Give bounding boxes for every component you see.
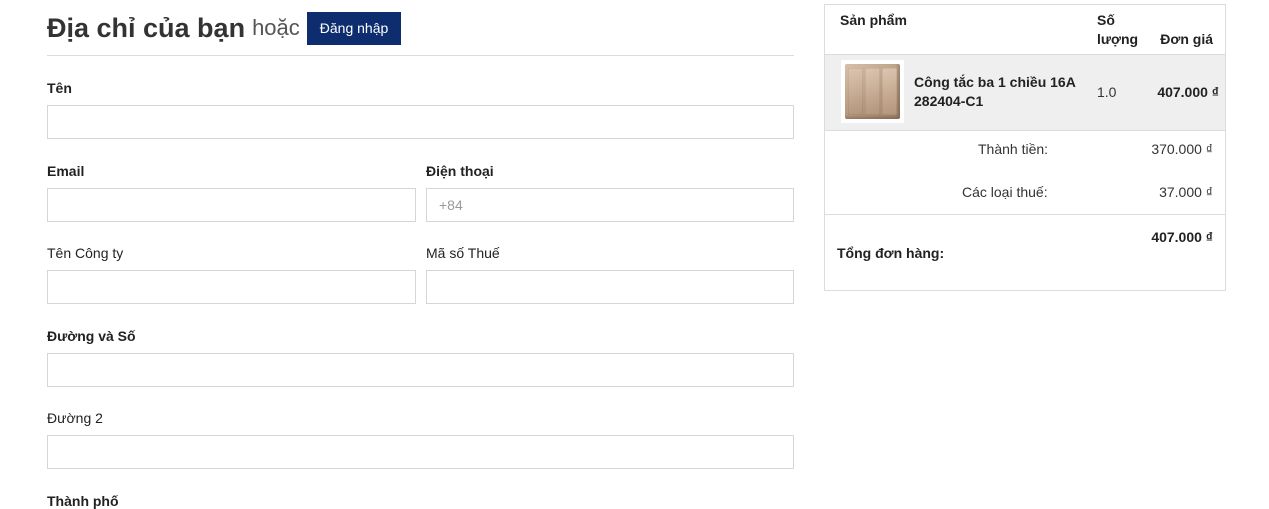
product-image[interactable]: [841, 60, 904, 123]
login-button[interactable]: Đăng nhập: [306, 11, 402, 45]
phone-label: Điện thoại: [426, 163, 494, 179]
subtotal-label: Thành tiền:: [978, 141, 1049, 157]
street-field[interactable]: [47, 353, 794, 387]
street2-field[interactable]: [47, 435, 794, 469]
or-text: hoặc: [252, 15, 300, 40]
total-value: 407.000 ₫: [1151, 229, 1213, 245]
switch-key-1: [848, 68, 863, 115]
total-divider: [825, 214, 1225, 215]
col-header-qty-line2: lượng: [1097, 31, 1139, 47]
product-quantity: 1.0: [1097, 84, 1117, 100]
col-header-unit-price: Đơn giá: [1160, 31, 1213, 47]
switch-key-2: [865, 68, 880, 115]
cart-summary: Sản phẩm Số lượng Đơn giá Công tắc ba 1 …: [824, 4, 1226, 291]
switch-key-3: [882, 68, 897, 115]
phone-field[interactable]: [426, 188, 794, 222]
tax-value: 37.000 ₫: [1159, 184, 1213, 200]
subtotal-value: 370.000 ₫: [1151, 141, 1213, 157]
company-field[interactable]: [47, 270, 416, 304]
total-label: Tổng đơn hàng:: [837, 245, 945, 261]
col-header-product: Sản phẩm: [840, 12, 907, 28]
address-heading: Địa chỉ của bạn hoặc Đăng nhập: [47, 11, 402, 45]
company-label: Tên Công ty: [47, 245, 124, 261]
switch-plate-image: [845, 64, 900, 119]
email-field[interactable]: [47, 188, 416, 222]
street-label: Đường và Số: [47, 328, 136, 344]
street2-label: Đường 2: [47, 410, 103, 426]
name-field[interactable]: [47, 105, 794, 139]
product-name[interactable]: Công tắc ba 1 chiều 16A 282404-C1: [914, 73, 1084, 111]
tax-id-label: Mã số Thuế: [426, 245, 500, 261]
tax-id-field[interactable]: [426, 270, 794, 304]
tax-label: Các loại thuế:: [962, 184, 1048, 200]
name-label: Tên: [47, 80, 72, 96]
cart-item-row: Công tắc ba 1 chiều 16A 282404-C1 1.0 40…: [825, 54, 1225, 131]
product-unit-price: 407.000 ₫: [1157, 84, 1219, 100]
page-title: Địa chỉ của bạn: [47, 12, 246, 43]
heading-divider: [47, 55, 794, 56]
city-label: Thành phố: [47, 493, 119, 509]
col-header-qty-line1: Số: [1097, 12, 1115, 28]
email-label: Email: [47, 163, 85, 179]
